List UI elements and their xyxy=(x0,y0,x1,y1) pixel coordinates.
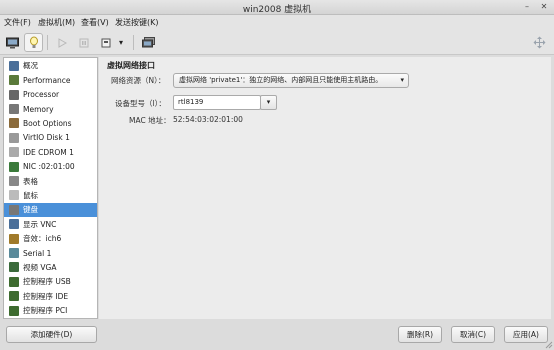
sidebar-item[interactable]: VirtIO Disk 1 xyxy=(4,131,97,145)
sidebar-item[interactable]: 控制程序 USB xyxy=(4,275,97,289)
sidebar-item-label: Serial 1 xyxy=(23,248,52,258)
tablet-icon xyxy=(9,176,19,187)
nic-icon xyxy=(9,161,19,172)
menu-vm[interactable]: 虚拟机(M) xyxy=(38,17,75,28)
sidebar-item[interactable]: 表格 xyxy=(4,174,97,188)
video-icon xyxy=(9,262,19,273)
sidebar-item-label: Performance xyxy=(23,75,71,85)
pause-button[interactable] xyxy=(74,33,93,52)
console-button[interactable] xyxy=(3,33,22,52)
menu-view[interactable]: 查看(V) xyxy=(81,17,109,28)
dropdown-arrow-icon: ▾ xyxy=(400,76,404,84)
network-source-select[interactable]: 虚拟网络 'private1'：独立的网络、内部网且只能使用主机路由。 ▾ xyxy=(173,73,409,88)
display-icon xyxy=(9,219,19,230)
sidebar-item[interactable]: Boot Options xyxy=(4,117,97,131)
fullscreen-button[interactable] xyxy=(530,33,549,52)
sidebar-item-label: 控制程序 IDE xyxy=(23,291,69,301)
details-button[interactable] xyxy=(24,33,43,52)
processor-icon xyxy=(9,89,19,100)
device-model-input[interactable]: rtl8139 xyxy=(173,95,261,110)
window-title: win2008 虚拟机 xyxy=(242,5,312,15)
sidebar-item-label: Memory xyxy=(23,104,54,114)
disk-icon xyxy=(9,132,19,143)
sidebar-item[interactable]: 控制程序 PCI xyxy=(4,304,97,318)
minimize-icon[interactable]: – xyxy=(522,2,532,12)
sidebar-item-label: 表格 xyxy=(23,176,38,186)
sidebar-item-label: 控制程序 USB xyxy=(23,277,71,287)
controller-icon xyxy=(9,276,19,287)
sound-icon xyxy=(9,233,19,244)
snapshots-button[interactable] xyxy=(139,33,158,52)
sidebar-item-label: 概况 xyxy=(23,61,38,71)
mac-address-label: MAC 地址： xyxy=(129,116,171,125)
toolbar: ▾ xyxy=(0,30,554,55)
network-source-value: 虚拟网络 'private1'：独立的网络、内部网且只能使用主机路由。 xyxy=(179,76,383,84)
overview-icon xyxy=(9,60,19,71)
info-icon xyxy=(29,36,38,48)
resize-grip-icon[interactable] xyxy=(545,341,553,349)
close-icon[interactable]: ✕ xyxy=(539,2,549,12)
menu-send-key[interactable]: 发送按键(K) xyxy=(115,17,159,28)
serial-icon xyxy=(9,248,19,259)
menu-file[interactable]: 文件(F) xyxy=(4,17,31,28)
keyboard-icon xyxy=(9,204,19,215)
memory-icon xyxy=(9,104,19,115)
console-icon xyxy=(6,37,19,48)
cancel-button[interactable]: 取消(C) xyxy=(451,326,495,343)
add-hardware-button[interactable]: 添加硬件(D) xyxy=(6,326,97,343)
cdrom-icon xyxy=(9,147,19,158)
sidebar-item[interactable]: Serial 1 xyxy=(4,246,97,260)
sidebar-item-label: Boot Options xyxy=(23,118,72,128)
sidebar-item-label: 音效：ich6 xyxy=(23,234,62,244)
dropdown-arrow-icon: ▾ xyxy=(266,98,271,106)
device-model-dropdown[interactable]: ▾ xyxy=(260,95,277,110)
snapshot-icon xyxy=(142,37,155,48)
dropdown-arrow-icon: ▾ xyxy=(118,38,123,47)
sidebar-item-label: IDE CDROM 1 xyxy=(23,147,74,157)
sidebar-item[interactable]: 鼠标 xyxy=(4,189,97,203)
performance-icon xyxy=(9,75,19,86)
device-model-label: 设备型号（l）： xyxy=(115,99,166,108)
network-source-label: 网络资源（N）： xyxy=(111,76,166,85)
shutdown-menu-button[interactable]: ▾ xyxy=(114,33,128,52)
details-panel: 虚拟网络接口 网络资源（N）： 虚拟网络 'private1'：独立的网络、内部… xyxy=(99,57,551,319)
sidebar-item[interactable]: 键盘 xyxy=(4,203,97,217)
sidebar-item-label: Processor xyxy=(23,90,60,100)
title-bar: win2008 虚拟机 – ✕ xyxy=(0,0,554,15)
sidebar-item-label: NIC :02:01:00 xyxy=(23,162,75,172)
mac-address-value: 52:54:03:02:01:00 xyxy=(173,115,243,124)
sidebar-item[interactable]: Processor xyxy=(4,88,97,102)
controller-icon xyxy=(9,291,19,302)
apply-button[interactable]: 应用(A) xyxy=(504,326,548,343)
section-title: 虚拟网络接口 xyxy=(107,61,155,70)
menu-bar: 文件(F) 虚拟机(M) 查看(V) 发送按键(K) xyxy=(0,15,554,30)
pause-icon xyxy=(79,38,88,47)
sidebar-item-label: VirtIO Disk 1 xyxy=(23,133,70,143)
controller-icon xyxy=(9,305,19,316)
boot-options-icon xyxy=(9,118,19,129)
sidebar-item[interactable]: IDE CDROM 1 xyxy=(4,145,97,159)
shutdown-icon xyxy=(101,38,110,47)
hardware-list: 概况 Performance Processor Memory Boot Options… xyxy=(3,57,98,319)
sidebar-item[interactable]: 视频 VGA xyxy=(4,261,97,275)
sidebar-item[interactable]: 音效：ich6 xyxy=(4,232,97,246)
sidebar-item-label: 键盘 xyxy=(23,205,38,215)
sidebar-item[interactable]: Performance xyxy=(4,73,97,87)
run-icon xyxy=(58,37,67,48)
shutdown-button[interactable] xyxy=(96,33,115,52)
sidebar-item-label: 视频 VGA xyxy=(23,262,57,272)
sidebar-item[interactable]: NIC :02:01:00 xyxy=(4,160,97,174)
sidebar-item[interactable]: 控制程序 IDE xyxy=(4,289,97,303)
run-button[interactable] xyxy=(52,33,71,52)
sidebar-item-label: 显示 VNC xyxy=(23,219,57,229)
sidebar-item[interactable]: Memory xyxy=(4,102,97,116)
mouse-icon xyxy=(9,190,19,201)
sidebar-item-label: 鼠标 xyxy=(23,190,38,200)
sidebar-item[interactable]: 显示 VNC xyxy=(4,217,97,231)
sidebar-item-label: 控制程序 PCI xyxy=(23,306,68,316)
move-arrows-icon xyxy=(533,36,546,49)
remove-button[interactable]: 删除(R) xyxy=(398,326,442,343)
sidebar-item[interactable]: 概况 xyxy=(4,59,97,73)
